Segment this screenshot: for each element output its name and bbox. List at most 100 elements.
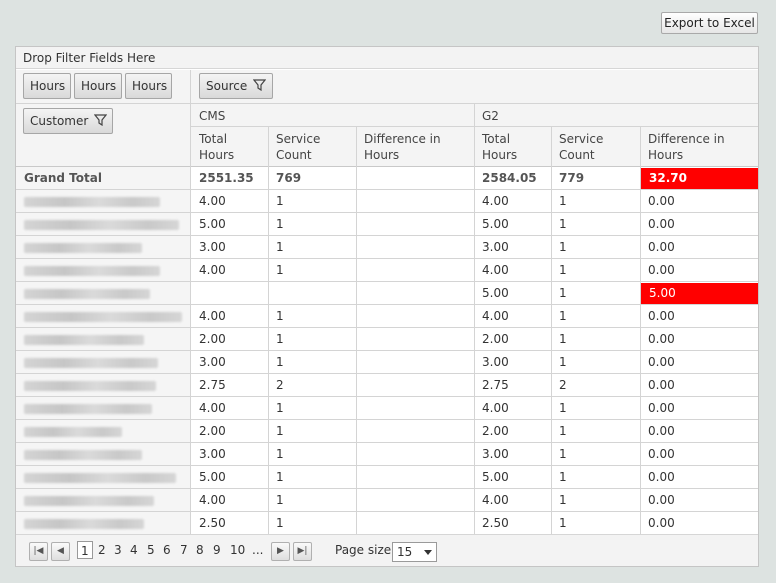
table-cell: 0.00 [648, 447, 675, 461]
table-cell: 0.00 [648, 424, 675, 438]
table-cell [356, 489, 474, 512]
col-header-g2-difference: Difference in Hours [648, 131, 725, 163]
page-link[interactable]: 4 [130, 543, 138, 557]
divider [190, 70, 191, 534]
divider [474, 103, 475, 534]
page-link-more[interactable]: ... [252, 543, 263, 557]
col-header-g2-service-count: Service Count [559, 131, 603, 163]
table-cell: 3.00 [482, 447, 509, 461]
table-cell: 1 [559, 447, 567, 461]
group-header-g2: G2 [482, 109, 499, 123]
data-field-hours-2[interactable]: Hours [74, 73, 122, 99]
header-line: Hours [364, 148, 400, 162]
divider [268, 126, 269, 534]
prev-page-icon[interactable]: ◀ [51, 542, 70, 561]
data-field-hours-1[interactable]: Hours [23, 73, 71, 99]
table-cell [356, 466, 474, 489]
table-cell: 1 [559, 309, 567, 323]
table-cell: 3.00 [199, 240, 226, 254]
table-cell: 1 [559, 424, 567, 438]
page-link[interactable]: 9 [213, 543, 221, 557]
pager: |◀ ◀ 1 2 3 4 5 6 7 8 9 10 ... ▶ ▶| Page … [16, 534, 758, 566]
table-cell: 0.00 [648, 240, 675, 254]
export-to-excel-button[interactable]: Export to Excel [661, 12, 758, 34]
row-field-customer-button[interactable]: Customer [23, 108, 113, 134]
table-cell: 1 [276, 309, 284, 323]
table-cell: 1 [276, 240, 284, 254]
page-size-select[interactable]: 15 [392, 542, 437, 562]
column-field-source-button[interactable]: Source [199, 73, 273, 99]
table-cell [356, 420, 474, 443]
grand-total-cell: 2584.05 [482, 171, 537, 185]
customer-name-redacted [24, 312, 182, 322]
table-cell [356, 374, 474, 397]
page-link[interactable]: 8 [196, 543, 204, 557]
table-cell: 2.75 [482, 378, 509, 392]
table-cell: 0.00 [648, 516, 675, 530]
divider [640, 126, 641, 534]
page-link[interactable]: 10 [230, 543, 245, 557]
table-cell: 1 [276, 217, 284, 231]
difference-highlight-cell: 5.00 [641, 283, 758, 304]
first-page-icon[interactable]: |◀ [29, 542, 48, 561]
customer-name-redacted [24, 519, 144, 529]
table-cell: 4.00 [482, 194, 509, 208]
page-link[interactable]: 3 [114, 543, 122, 557]
divider [16, 103, 758, 104]
table-cell: 3.00 [199, 355, 226, 369]
table-cell: 5.00 [482, 286, 509, 300]
header-line: Hours [482, 148, 518, 162]
table-cell: 4.00 [199, 309, 226, 323]
table-cell: 0.00 [648, 470, 675, 484]
grand-total-difference-highlight: 32.70 [641, 168, 758, 189]
table-cell: 1 [559, 217, 567, 231]
table-cell: 3.00 [199, 447, 226, 461]
col-header-cms-difference: Difference in Hours [364, 131, 441, 163]
divider [356, 126, 357, 534]
customer-name-redacted [24, 335, 144, 345]
page-link[interactable]: 2 [98, 543, 106, 557]
header-line: Hours [648, 148, 684, 162]
table-cell: 1 [559, 516, 567, 530]
table-cell: 2.75 [199, 378, 226, 392]
data-field-hours-3[interactable]: Hours [125, 73, 172, 99]
table-cell: 1 [276, 516, 284, 530]
table-cell: 4.00 [482, 309, 509, 323]
row-field-label: Customer [30, 114, 89, 128]
filter-icon[interactable] [94, 110, 108, 134]
table-cell [356, 236, 474, 259]
table-cell: 1 [559, 240, 567, 254]
page-link[interactable]: 7 [180, 543, 188, 557]
table-cell: 0.00 [648, 378, 675, 392]
table-cell [356, 305, 474, 328]
column-field-label: Source [206, 79, 248, 93]
current-page[interactable]: 1 [77, 541, 93, 559]
table-cell: 0.00 [648, 493, 675, 507]
table-cell: 1 [559, 332, 567, 346]
table-cell: 1 [276, 401, 284, 415]
table-cell: 0.00 [648, 194, 675, 208]
last-page-icon[interactable]: ▶| [293, 542, 312, 561]
table-cell [356, 213, 474, 236]
page-link[interactable]: 5 [147, 543, 155, 557]
filter-icon[interactable] [252, 75, 267, 99]
table-cell [356, 190, 474, 213]
table-cell: 4.00 [482, 493, 509, 507]
table-cell: 2.00 [199, 424, 226, 438]
table-cell: 4.00 [199, 493, 226, 507]
customer-name-redacted [24, 197, 160, 207]
table-cell: 2.00 [482, 332, 509, 346]
customer-name-redacted [24, 289, 150, 299]
table-cell: 5.00 [482, 217, 509, 231]
header-line: Count [276, 148, 312, 162]
table-cell [356, 259, 474, 282]
header-line: Total [199, 132, 228, 146]
table-cell: 1 [276, 424, 284, 438]
col-header-cms-service-count: Service Count [276, 131, 320, 163]
table-cell: 2 [276, 378, 284, 392]
customer-name-redacted [24, 473, 176, 483]
table-cell: 1 [276, 332, 284, 346]
customer-name-redacted [24, 381, 156, 391]
page-link[interactable]: 6 [163, 543, 171, 557]
next-page-icon[interactable]: ▶ [271, 542, 290, 561]
